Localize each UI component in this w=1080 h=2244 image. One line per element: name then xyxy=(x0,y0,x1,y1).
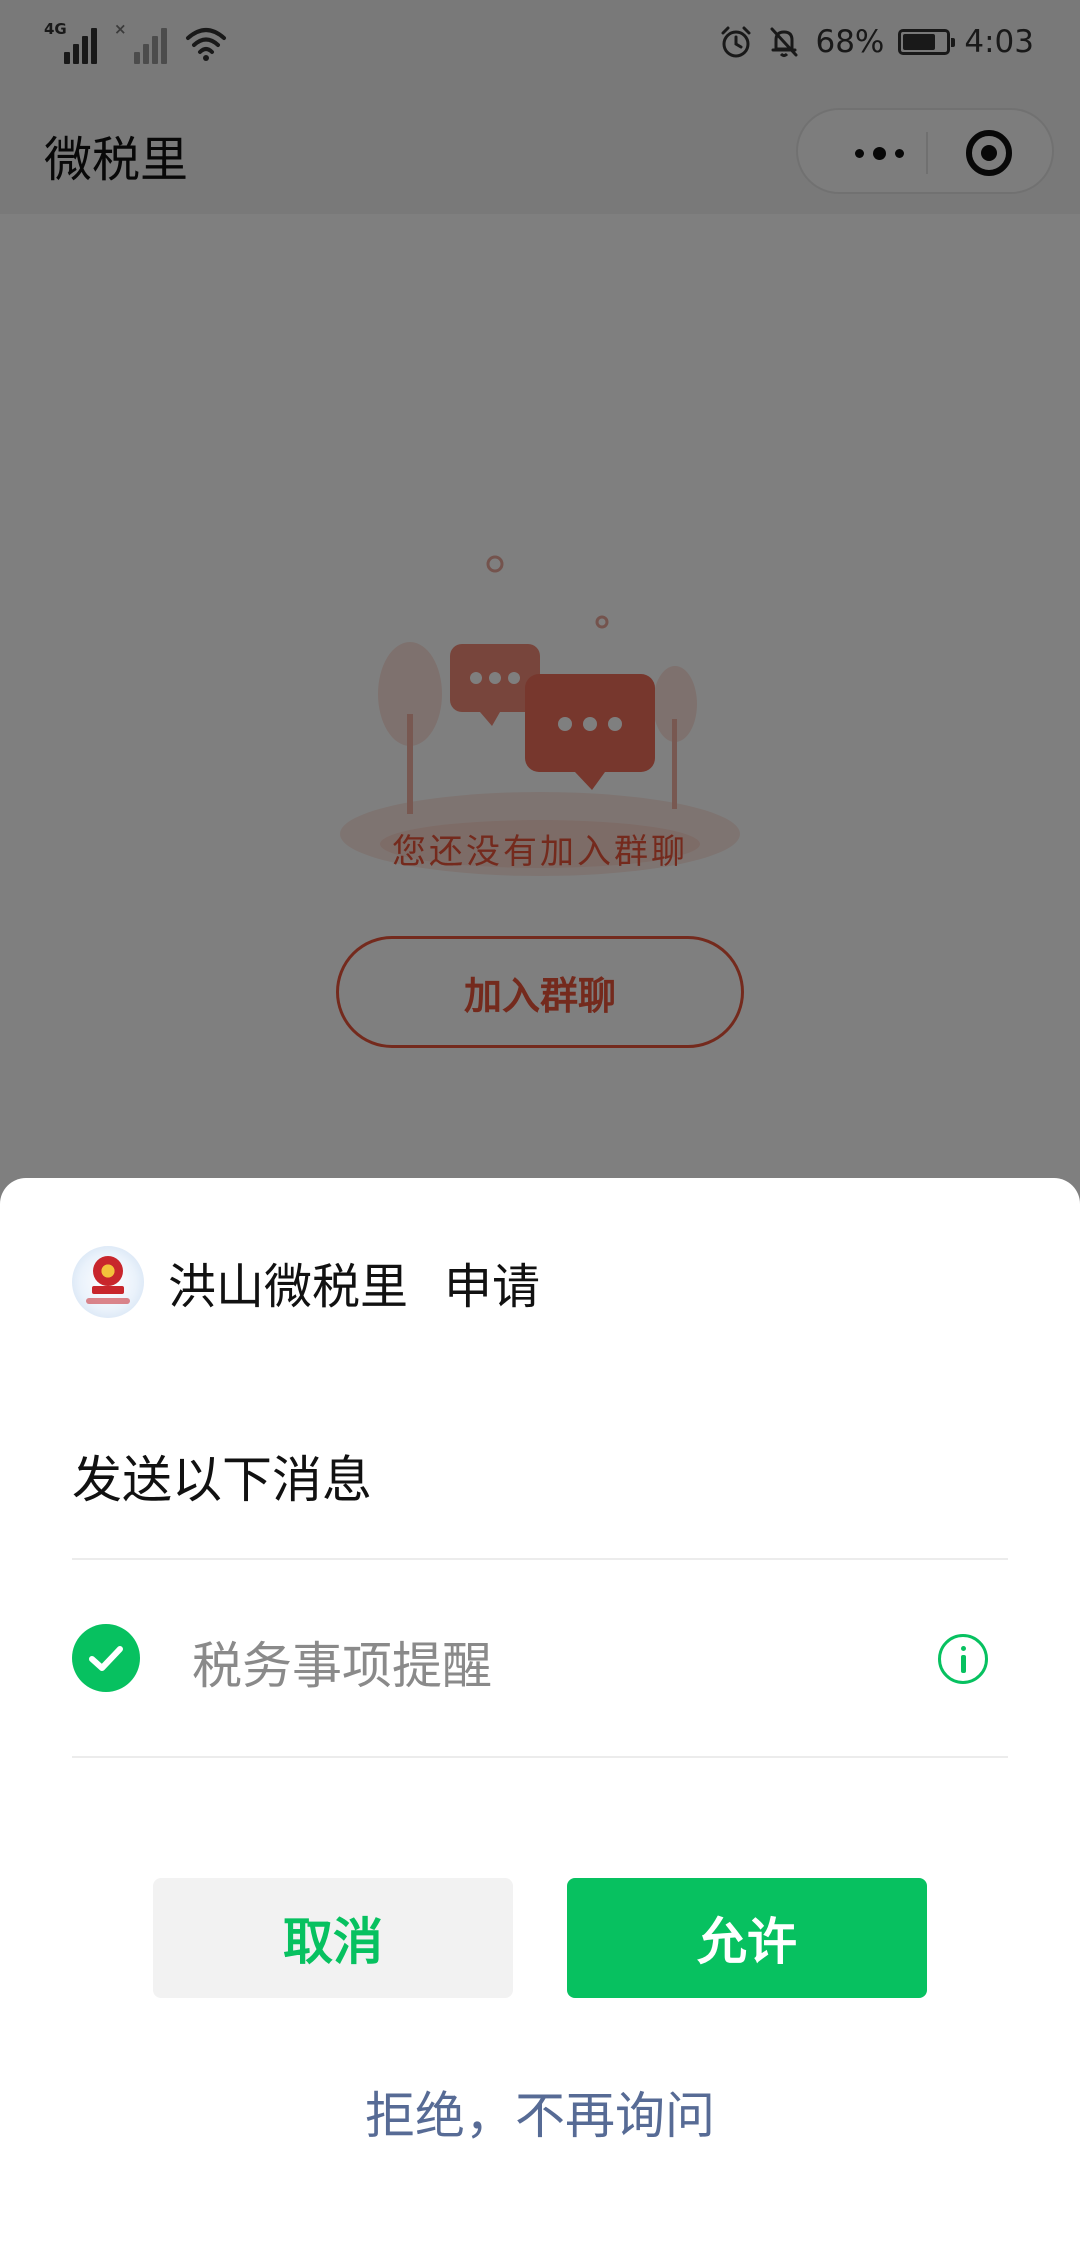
divider xyxy=(72,1756,1008,1758)
request-label: 申请 xyxy=(444,1259,541,1315)
reject-never-ask-link[interactable]: 拒绝，不再询问 xyxy=(0,2076,1080,2148)
subscribe-message-sheet: 洪山微税里 申请 发送以下消息 税务事项提醒 取消 允许 拒绝，不再询问 xyxy=(0,1178,1080,2244)
app-name: 洪山微税里 xyxy=(168,1259,409,1315)
checkmark-icon[interactable] xyxy=(72,1624,140,1692)
message-option-row[interactable]: 税务事项提醒 xyxy=(72,1560,1008,1756)
info-icon[interactable] xyxy=(938,1634,988,1684)
sheet-subtitle: 发送以下消息 xyxy=(72,1451,372,1509)
sheet-header: 洪山微税里 申请 xyxy=(72,1246,540,1318)
allow-button[interactable]: 允许 xyxy=(567,1878,927,1998)
option-label: 税务事项提醒 xyxy=(192,1637,492,1695)
app-logo-icon xyxy=(72,1246,144,1318)
cancel-button[interactable]: 取消 xyxy=(153,1878,513,1998)
